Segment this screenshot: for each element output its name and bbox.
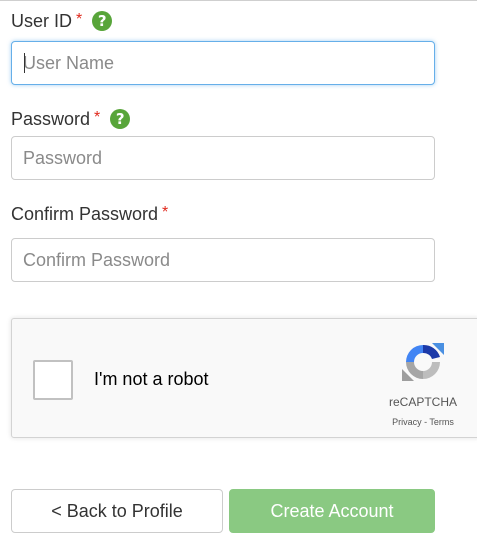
confirm-password-label-row: Confirm Password *	[11, 203, 168, 227]
question-circle-icon[interactable]: ?	[110, 109, 131, 129]
password-label: Password	[11, 109, 91, 129]
confirm-password-label: Confirm Password	[11, 204, 159, 224]
recaptcha-logo-icon	[402, 343, 444, 381]
create-account-button[interactable]: Create Account	[229, 489, 435, 533]
recaptcha-label: I'm not a robot	[94, 369, 209, 389]
recaptcha-checkbox[interactable]	[33, 360, 73, 400]
confirm-password-input[interactable]	[11, 238, 435, 282]
recaptcha-privacy-terms-link[interactable]: Privacy - Terms	[369, 417, 477, 427]
text-cursor	[24, 53, 25, 73]
user-id-label: User ID	[11, 11, 73, 31]
password-input[interactable]	[11, 136, 435, 180]
recaptcha-widget: I'm not a robot reCAPTCHA Privacy - Term…	[11, 318, 477, 438]
user-id-input[interactable]	[11, 41, 435, 85]
required-asterisk: *	[94, 109, 101, 126]
back-to-profile-button[interactable]: < Back to Profile	[11, 489, 223, 533]
required-asterisk: *	[76, 11, 83, 28]
password-label-row: Password *?	[11, 108, 131, 132]
top-divider	[0, 0, 477, 1]
question-circle-icon[interactable]: ?	[92, 11, 113, 31]
user-id-label-row: User ID *?	[11, 10, 113, 34]
required-asterisk: *	[162, 204, 169, 221]
recaptcha-brand: reCAPTCHA	[388, 395, 457, 409]
